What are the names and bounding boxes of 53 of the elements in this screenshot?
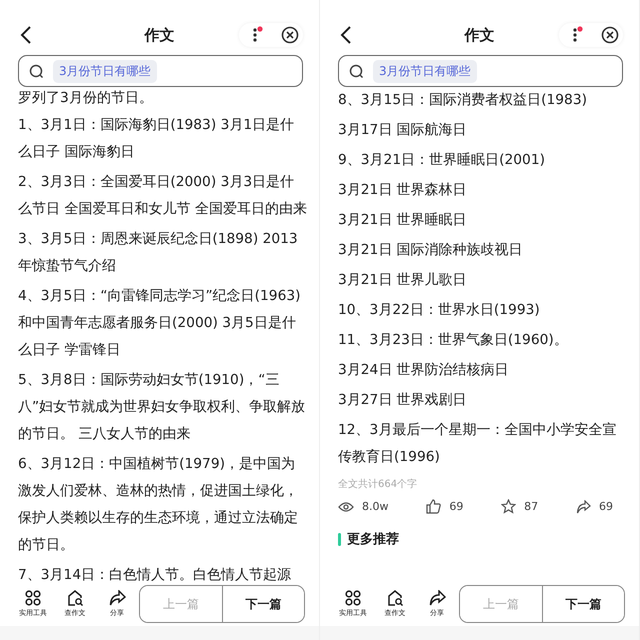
share-icon <box>108 590 126 606</box>
article-paragraph: 3月21日 世界睡眠日 <box>338 211 468 230</box>
house-search-icon <box>66 590 84 606</box>
next-button[interactable]: 下一篇 <box>222 586 304 622</box>
star-icon[interactable] <box>501 499 516 514</box>
article-paragraph: 1、3月1日：国际海豹日(1983) 3月1日是什么日子 国际海豹日 <box>18 116 296 162</box>
next-button[interactable]: 下一篇 <box>542 586 624 622</box>
search-field[interactable]: 3月份节日有哪些 <box>338 55 623 87</box>
view-count: 8.0w <box>362 500 388 513</box>
article-paragraph: 9、3月21日：世界睡眠日(2001) <box>338 151 546 170</box>
article-paragraph: 3月21日 世界森林日 <box>338 181 468 200</box>
article-paragraph: 3月24日 世界防治结核病日 <box>338 361 510 380</box>
search-field[interactable]: 3月份节日有哪些 <box>18 55 303 87</box>
grid-icon <box>345 590 361 606</box>
article-paragraph: 6、3月12日：中国植树节(1979)，是中国为激发人们爱林、造林的热情，促进国土绿化，保护人类赖以生存的生态环境，通过立法确定的节日。 <box>18 455 299 555</box>
search-query-chip[interactable]: 3月份节日有哪些 <box>53 60 157 82</box>
thumbs-up-icon[interactable] <box>426 499 442 514</box>
article-paragraph: 3月21日 世界儿歌日 <box>338 271 468 290</box>
article-paragraph: 3月21日 国际消除种族歧视日 <box>338 241 524 260</box>
article-paragraph: 2、3月3日：全国爱耳日(2000) 3月3日是什么节日 全国爱耳日和女儿节 全国爱耳日的由来 <box>18 173 307 219</box>
article-paragraph: 4、3月5日：“向雷锋同志学习”纪念日(1963)和中国青年志愿者服务日(2000) 3月5日是什么日子 学雷锋日 <box>18 287 302 360</box>
article-paragraph: 5、3月8日：国际劳动妇女节(1910)，“三八”妇女节就成为世界妇女争取权利、争取解放的节日。 三八女人节的由来 <box>18 371 306 444</box>
heading-accent-bar <box>338 532 341 546</box>
like-count: 69 <box>449 500 464 513</box>
article-paragraph: 罗列了3月份的节日。 <box>18 89 154 108</box>
search-query-chip[interactable]: 3月份节日有哪些 <box>373 60 477 82</box>
share-count: 69 <box>598 500 613 513</box>
word-count: 全文共计664个字 <box>338 478 418 491</box>
page-title: 作文 <box>144 26 174 44</box>
article-paragraph: 12、3月最后一个星期一：全国中小学安全宣传教育日(1996) <box>338 421 618 467</box>
back-icon[interactable] <box>340 25 352 45</box>
section-heading: 更多推荐 <box>347 531 399 548</box>
article-paragraph: 3月17日 国际航海日 <box>338 121 468 140</box>
more-icon[interactable] <box>251 26 263 44</box>
more-icon[interactable] <box>571 26 583 44</box>
share-icon <box>428 590 446 606</box>
eye-icon <box>338 500 354 512</box>
article-paragraph: 7、3月14日：白色情人节。白色情人节起源 <box>18 566 292 582</box>
article-paragraph: 8、3月15日：国际消费者权益日(1983) <box>338 91 588 110</box>
back-icon[interactable] <box>20 25 32 45</box>
close-icon[interactable] <box>281 26 299 44</box>
close-icon[interactable] <box>601 26 619 44</box>
grid-icon <box>25 590 41 606</box>
article-paragraph: 11、3月23日：世界气象日(1960)。 <box>338 331 569 350</box>
search-icon <box>349 64 364 78</box>
house-search-icon <box>386 590 404 606</box>
page-title: 作文 <box>464 26 494 44</box>
article-paragraph: 3月27日 世界戏剧日 <box>338 391 468 410</box>
favorite-count: 87 <box>524 500 538 513</box>
article-paragraph: 10、3月22日：世界水日(1993) <box>338 301 541 320</box>
share-icon[interactable] <box>576 500 591 514</box>
article-paragraph: 3、3月5日：周恩来诞辰纪念日(1898) 2013年惊蛰节气介绍 <box>18 230 299 276</box>
search-icon <box>29 64 44 78</box>
